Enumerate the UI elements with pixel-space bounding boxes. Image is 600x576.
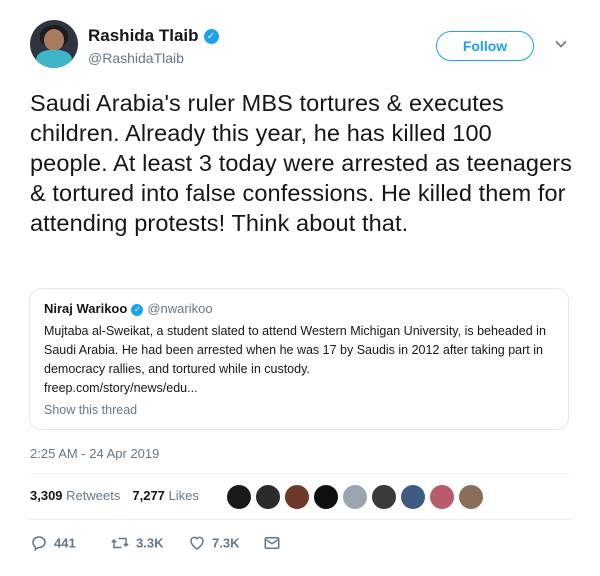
likes-count: 7,277 bbox=[132, 488, 165, 503]
retweets-label: Retweets bbox=[66, 488, 121, 503]
liker-avatars bbox=[226, 484, 487, 510]
heart-icon bbox=[190, 536, 204, 550]
verified-badge-icon: ✓ bbox=[203, 28, 219, 44]
author-avatar[interactable] bbox=[30, 20, 78, 68]
quoted-tweet-link[interactable]: freep.com/story/news/edu... bbox=[44, 379, 554, 398]
retweet-button[interactable]: 3.3K bbox=[110, 534, 163, 552]
envelope-icon bbox=[264, 537, 280, 549]
reply-icon bbox=[32, 536, 46, 552]
retweets-count: 3,309 bbox=[30, 488, 63, 503]
author-display-name[interactable]: Rashida Tlaib bbox=[88, 26, 199, 45]
author-handle[interactable]: @RashidaTlaib bbox=[88, 50, 184, 66]
quoted-verified-badge-icon: ✓ bbox=[131, 303, 144, 316]
liker-avatar[interactable] bbox=[458, 484, 484, 510]
likes-label: Likes bbox=[168, 488, 199, 503]
follow-button[interactable]: Follow bbox=[436, 31, 534, 61]
liker-avatar[interactable] bbox=[429, 484, 455, 510]
quoted-author-name: Niraj Warikoo bbox=[44, 301, 128, 316]
retweet-count: 3.3K bbox=[136, 535, 164, 551]
likes-stat[interactable]: 7,277 Likes bbox=[132, 488, 199, 503]
retweet-icon bbox=[111, 537, 129, 549]
tweet-text: Saudi Arabia's ruler MBS tortures & exec… bbox=[30, 90, 573, 236]
divider bbox=[30, 519, 570, 520]
show-thread-link[interactable]: Show this thread bbox=[44, 403, 137, 417]
tweet-card: Rashida Tlaib ✓ @RashidaTlaib Follow Saud… bbox=[0, 0, 600, 576]
quoted-tweet[interactable]: Niraj Warikoo ✓ @nwarikoo Mujtaba al-Sweik… bbox=[29, 288, 569, 430]
tweet-timestamp[interactable]: 2:25 AM - 24 Apr 2019 bbox=[30, 446, 159, 461]
liker-avatar[interactable] bbox=[313, 484, 339, 510]
like-button[interactable]: 7.3K bbox=[188, 534, 239, 552]
liker-avatar[interactable] bbox=[226, 484, 252, 510]
divider bbox=[30, 473, 570, 474]
quoted-tweet-body: Mujtaba al-Sweikat, a student slated to … bbox=[44, 322, 554, 398]
liker-avatar[interactable] bbox=[255, 484, 281, 510]
retweets-stat[interactable]: 3,309 Retweets bbox=[30, 488, 120, 503]
liker-avatar[interactable] bbox=[284, 484, 310, 510]
author-name-row[interactable]: Rashida Tlaib ✓ bbox=[88, 26, 219, 46]
liker-avatar[interactable] bbox=[400, 484, 426, 510]
quoted-tweet-text: Mujtaba al-Sweikat, a student slated to … bbox=[44, 324, 546, 376]
reply-count: 441 bbox=[54, 535, 76, 551]
like-count: 7.3K bbox=[212, 535, 240, 551]
engagement-stats: 3,309 Retweets 7,277 Likes bbox=[30, 488, 199, 503]
liker-avatar[interactable] bbox=[342, 484, 368, 510]
reply-button[interactable]: 441 bbox=[30, 534, 76, 552]
quoted-author-handle: @nwarikoo bbox=[147, 301, 213, 316]
liker-avatar[interactable] bbox=[371, 484, 397, 510]
direct-message-button[interactable] bbox=[263, 534, 287, 552]
quoted-tweet-header: Niraj Warikoo ✓ @nwarikoo bbox=[44, 301, 213, 316]
chevron-down-icon[interactable] bbox=[554, 37, 568, 51]
